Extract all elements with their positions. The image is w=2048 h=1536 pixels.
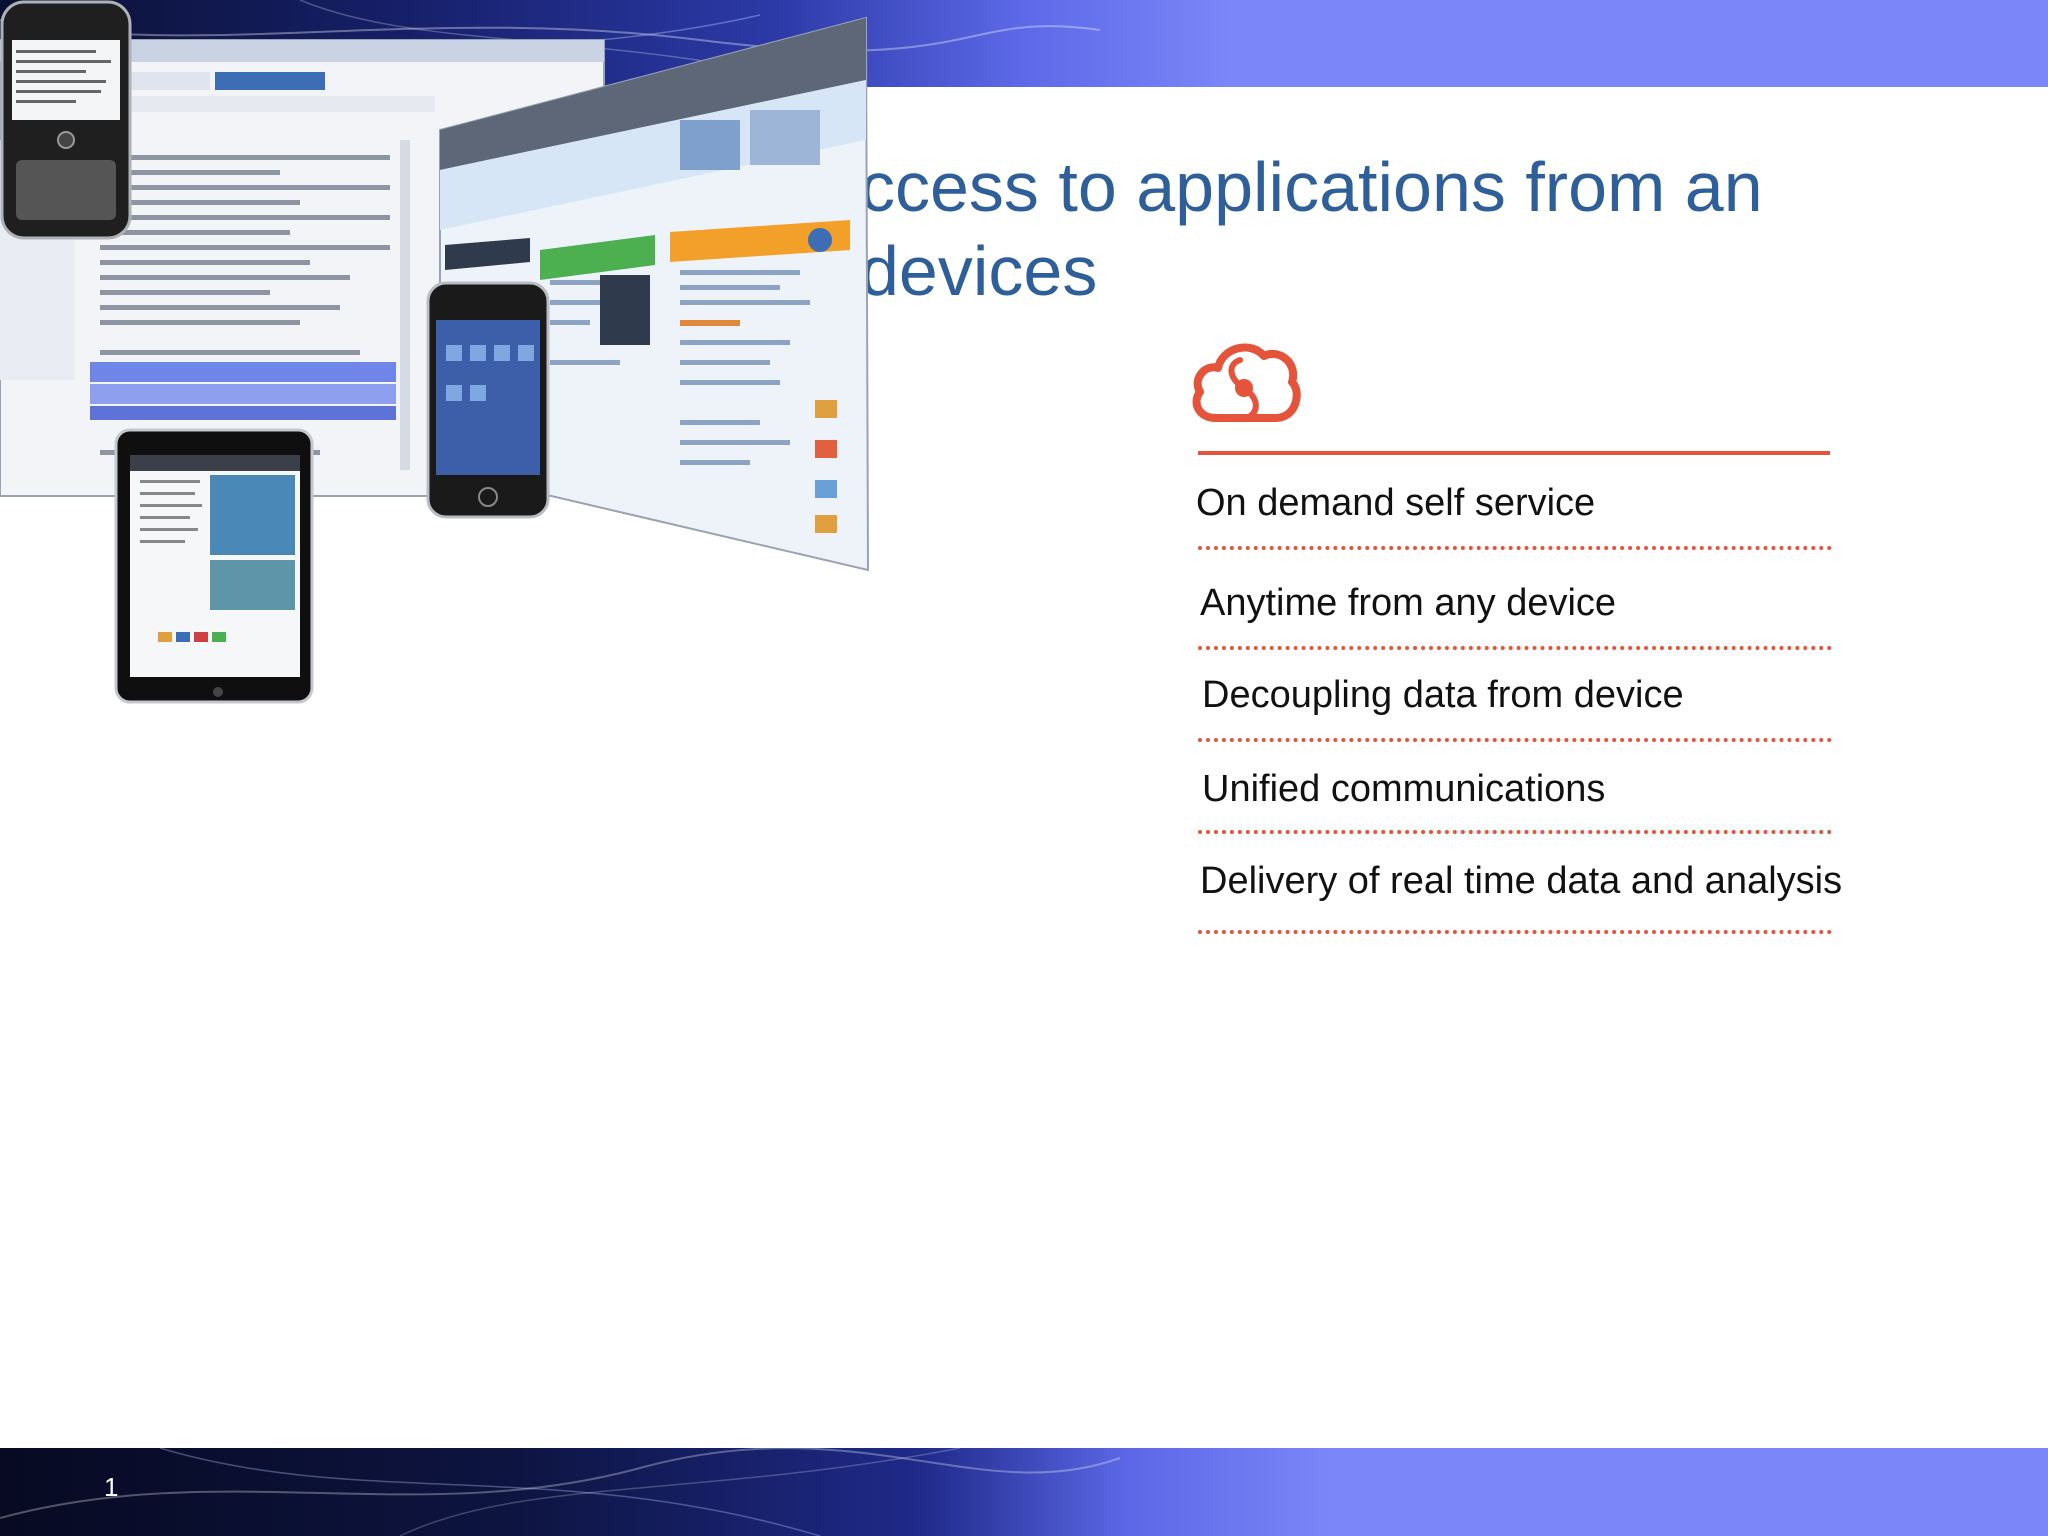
slide-title-line-2: devices [860,232,1098,310]
devices-collage [0,0,880,720]
feature-item-unified-communications: Unified communications [1202,768,1606,810]
banner-light-streaks [0,1448,1121,1536]
feature-divider [1198,738,1832,742]
bottom-banner [0,1448,2048,1536]
slide-title-line-1: ccess to applications from an [860,148,1763,226]
cloud-icon [1192,343,1301,422]
feature-divider [1198,646,1832,650]
iphone-icon [426,281,550,519]
feature-divider [1198,546,1832,550]
slide-title: ccess to applications from an devices [860,145,2010,313]
feature-item-on-demand: On demand self service [1196,482,1596,524]
ipad-tablet-icon [114,428,314,704]
feature-item-decoupling: Decoupling data from device [1202,674,1684,716]
feature-list-top-rule [1198,451,1830,455]
devices-illustration [0,0,870,704]
feature-item-any-device: Anytime from any device [1200,582,1617,624]
blackberry-phone-icon [0,0,132,240]
feature-divider [1198,930,1832,934]
slide-number: 1 [104,1472,119,1502]
feature-divider [1198,830,1832,834]
feature-item-real-time-data: Delivery of real time data and analysis [1200,860,1843,902]
